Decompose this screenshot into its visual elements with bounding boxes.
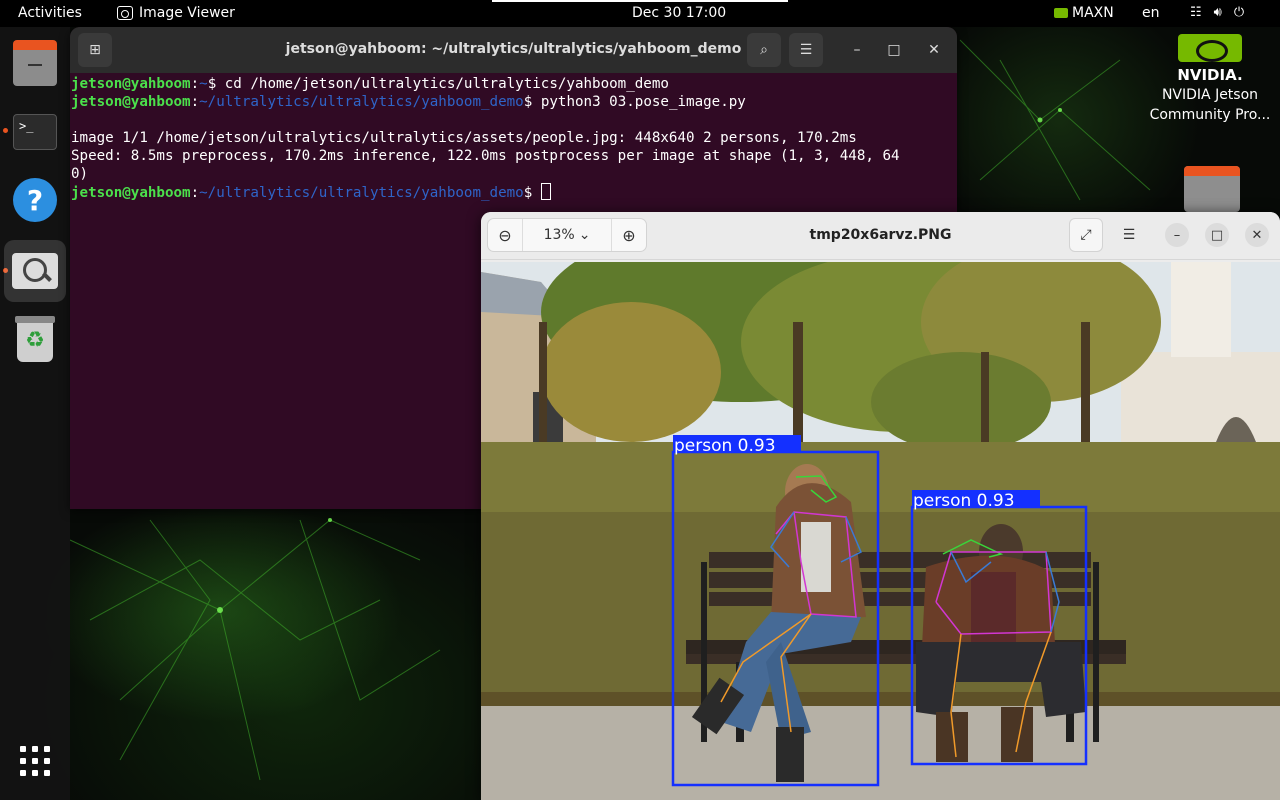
search-icon: ⌕ xyxy=(760,42,768,58)
dock-image-viewer[interactable] xyxy=(4,240,66,302)
activities-button[interactable]: Activities xyxy=(18,5,82,21)
desktop-icon-nvidia[interactable]: NVIDIA. NVIDIA Jetson Community Pro... xyxy=(1140,34,1280,124)
leaves xyxy=(481,692,1280,706)
app-menu-label: Image Viewer xyxy=(139,5,235,21)
terminal-title: jetson@yahboom: ~/ultralytics/ultralytic… xyxy=(285,41,742,57)
clock[interactable]: Dec 30 17:00 xyxy=(632,5,726,21)
tree-canopy xyxy=(871,352,1051,452)
viewer-headerbar[interactable]: ⊖ 13% ⌄ ⊕ tmp20x6arvz.PNG ⤢ ☰ – □ ✕ xyxy=(481,212,1280,260)
desktop-folder-icon[interactable] xyxy=(1184,166,1240,212)
minimize-button[interactable]: – xyxy=(840,33,874,67)
fullscreen-button[interactable]: ⤢ xyxy=(1069,218,1103,252)
close-button[interactable]: ✕ xyxy=(917,33,951,67)
pose-detection-image: person 0.93 person 0.93 xyxy=(481,262,1280,800)
dock: >_ ? ♻ xyxy=(0,27,70,800)
close-button[interactable]: ✕ xyxy=(1245,223,1269,247)
system-tray[interactable]: ☷ 🔊︎ ⏻ xyxy=(1190,5,1244,20)
screenshot-indicator xyxy=(492,0,788,2)
desktop-icon-label: NVIDIA Jetson xyxy=(1161,87,1259,103)
maximize-button[interactable]: □ xyxy=(1205,223,1229,247)
command-text: $ xyxy=(523,185,541,201)
nvidia-brand-text: NVIDIA. xyxy=(1177,66,1243,84)
image-viewer-window[interactable]: ⊖ 13% ⌄ ⊕ tmp20x6arvz.PNG ⤢ ☰ – □ ✕ pers… xyxy=(481,212,1280,800)
power-mode-label: MAXN xyxy=(1072,5,1114,21)
fullscreen-icon: ⤢ xyxy=(1080,227,1092,243)
files-icon xyxy=(13,40,57,86)
show-applications-button[interactable] xyxy=(4,730,66,792)
building-right xyxy=(1121,352,1280,452)
prompt-user: jetson@yahboom xyxy=(71,76,191,92)
terminal-icon: >_ xyxy=(13,114,57,150)
dock-files[interactable] xyxy=(4,35,66,97)
prompt-separator: : xyxy=(190,185,200,201)
terminal-line: jetson@yahboom:~/ultralytics/ultralytics… xyxy=(71,183,957,202)
hamburger-icon: ☰ xyxy=(799,42,813,58)
volume-icon: 🔊︎ xyxy=(1213,5,1222,20)
language-indicator[interactable]: en xyxy=(1142,5,1160,21)
displayed-image[interactable]: person 0.93 person 0.93 xyxy=(481,262,1280,800)
prompt-path: ~ xyxy=(199,76,208,92)
hamburger-icon: ☰ xyxy=(1122,227,1136,243)
image-viewer-icon xyxy=(12,253,58,289)
prompt-path: ~/ultralytics/ultralytics/yahboom_demo xyxy=(199,185,524,201)
dock-help[interactable]: ? xyxy=(4,169,66,231)
terminal-line: 0) xyxy=(71,166,89,182)
command-text: $ python3 03.pose_image.py xyxy=(523,94,746,110)
dock-terminal[interactable]: >_ xyxy=(4,101,66,163)
tree-canopy xyxy=(541,302,721,442)
lawn-foreground xyxy=(481,512,1280,722)
apps-grid-icon xyxy=(20,746,50,776)
terminal-line: jetson@yahboom:~$ cd /home/jetson/ultral… xyxy=(71,75,957,93)
detection-label: person 0.93 xyxy=(674,436,776,456)
prompt-separator: : xyxy=(190,94,200,110)
nvidia-logo-icon xyxy=(1178,34,1242,62)
maximize-button[interactable]: □ xyxy=(877,33,911,67)
search-button[interactable]: ⌕ xyxy=(747,33,781,67)
power-mode-indicator[interactable]: MAXN xyxy=(1054,5,1114,21)
power-icon: ⏻ xyxy=(1233,5,1245,20)
command-text: $ cd /home/jetson/ultralytics/ultralytic… xyxy=(207,76,669,92)
prompt-user: jetson@yahboom xyxy=(71,94,191,110)
prompt-path: ~/ultralytics/ultralytics/yahboom_demo xyxy=(199,94,524,110)
viewer-title: tmp20x6arvz.PNG xyxy=(809,227,952,243)
terminal-cursor xyxy=(540,183,551,200)
prompt-separator: : xyxy=(190,76,200,92)
terminal-output[interactable]: jetson@yahboom:~$ cd /home/jetson/ultral… xyxy=(70,73,957,202)
trash-icon: ♻ xyxy=(15,316,55,362)
network-icon: ☷ xyxy=(1190,5,1202,20)
viewer-menu-button[interactable]: ☰ xyxy=(1112,218,1146,252)
dock-trash[interactable]: ♻ xyxy=(4,309,66,371)
tower xyxy=(1171,262,1231,357)
paved-path xyxy=(481,702,1280,800)
help-icon: ? xyxy=(13,178,57,222)
terminal-line: jetson@yahboom:~/ultralytics/ultralytics… xyxy=(71,93,957,111)
minimize-button[interactable]: – xyxy=(1165,223,1189,247)
detection-label: person 0.93 xyxy=(913,491,1015,511)
terminal-line: image 1/1 /home/jetson/ultralytics/ultra… xyxy=(71,130,857,146)
menu-button[interactable]: ☰ xyxy=(789,33,823,67)
image-viewer-icon xyxy=(117,6,133,20)
top-bar: Activities Image Viewer Dec 30 17:00 MAX… xyxy=(0,0,1280,27)
terminal-headerbar[interactable]: ⊞ jetson@yahboom: ~/ultralytics/ultralyt… xyxy=(70,27,957,73)
nvidia-icon xyxy=(1054,8,1068,18)
app-menu[interactable]: Image Viewer xyxy=(117,5,235,21)
tree-trunk xyxy=(1081,322,1090,462)
terminal-line: Speed: 8.5ms preprocess, 170.2ms inferen… xyxy=(71,148,900,164)
desktop-icon-label: Community Pro... xyxy=(1149,107,1271,123)
prompt-user: jetson@yahboom xyxy=(71,185,191,201)
